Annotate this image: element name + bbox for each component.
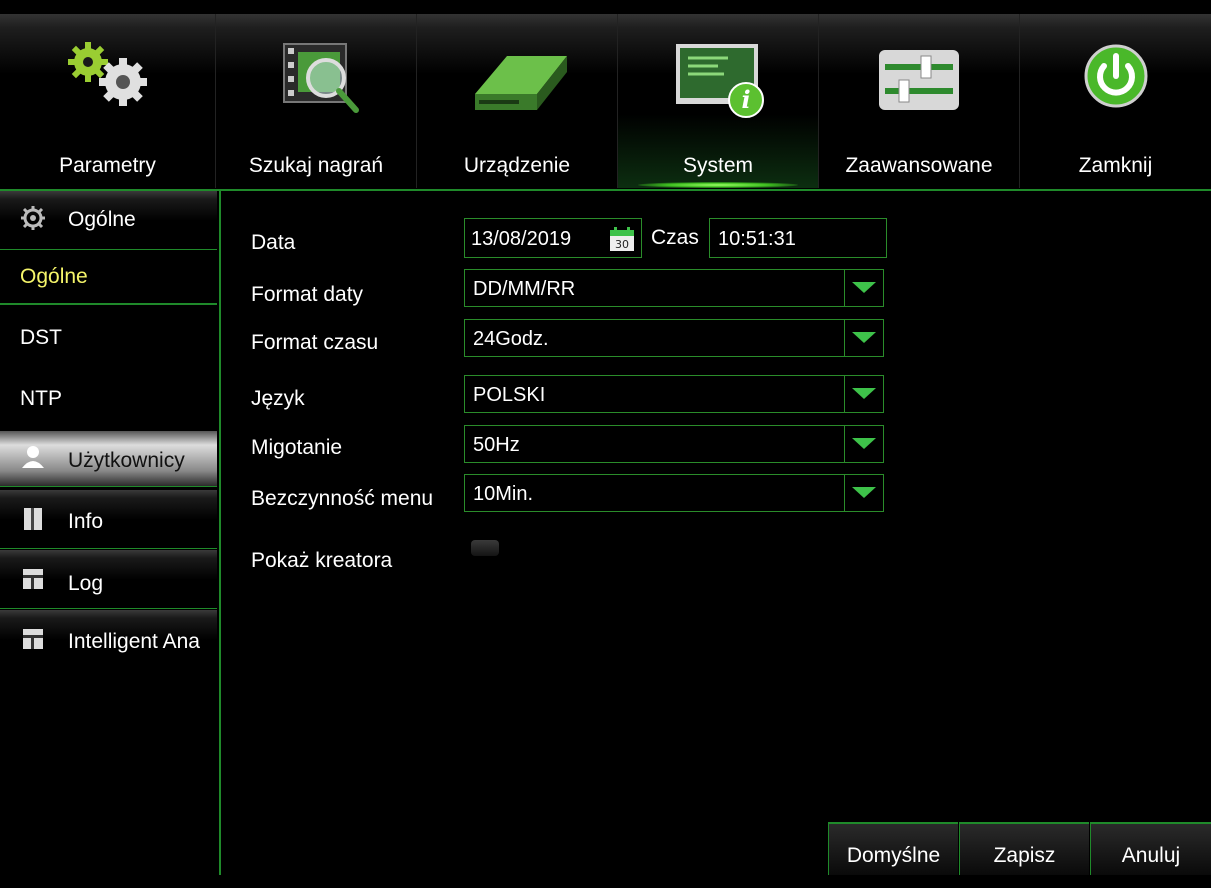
time-field[interactable]: 10:51:31 (709, 218, 887, 258)
sidebar-item-ogolne[interactable]: Ogólne (0, 253, 217, 305)
tab-urzadzenie[interactable]: Urządzenie (417, 14, 618, 188)
tab-zamknij[interactable]: Zamknij (1020, 14, 1211, 188)
analytics-icon (23, 629, 43, 649)
svg-text:i: i (741, 85, 750, 114)
sidebar-item-label: NTP (20, 387, 62, 410)
chevron-down-icon[interactable] (844, 376, 883, 412)
flicker-select[interactable]: 50Hz (464, 425, 884, 463)
chevron-down-icon[interactable] (844, 320, 883, 356)
monitor-info-icon: i (676, 44, 764, 118)
sidebar-section-intelligent[interactable]: Intelligent Ana (0, 610, 217, 668)
time-label: Czas (651, 226, 699, 249)
chevron-down-icon[interactable] (844, 426, 883, 462)
sidebar-item-label: Ogólne (20, 265, 88, 288)
tab-label: Szukaj nagrań (248, 154, 384, 177)
cancel-button[interactable]: Anuluj (1090, 822, 1211, 875)
info-book-icon (24, 508, 42, 530)
flicker-label: Migotanie (251, 436, 343, 459)
log-icon (23, 569, 43, 589)
flicker-value: 50Hz (473, 434, 520, 456)
menu-timeout-label: Bezczynność menu (251, 487, 434, 510)
date-format-select[interactable]: DD/MM/RR (464, 269, 884, 307)
tab-szukaj-nagran[interactable]: Szukaj nagrań (216, 14, 417, 188)
date-value: 13/08/2019 (471, 228, 572, 250)
calendar-day: 30 (615, 238, 629, 251)
sidebar-section-log[interactable]: Log (0, 550, 217, 609)
time-value: 10:51:31 (718, 228, 796, 250)
time-format-value: 24Godz. (473, 328, 549, 350)
save-button[interactable]: Zapisz (959, 822, 1089, 875)
system-general-panel: Data 13/08/2019 30 Czas 10:51:31 Format … (221, 191, 1211, 875)
sidebar-section-label: Log (68, 572, 104, 595)
wizard-checkbox[interactable] (471, 540, 499, 556)
menu-timeout-value: 10Min. (473, 483, 534, 505)
date-format-label: Format daty (251, 283, 364, 306)
tab-label: Urządzenie (463, 154, 571, 177)
language-value: POLSKI (473, 384, 546, 406)
user-icon (22, 446, 44, 468)
chevron-down-icon[interactable] (844, 475, 883, 511)
tab-label: System (682, 154, 753, 177)
wizard-label: Pokaż kreatora (251, 549, 393, 572)
language-label: Język (251, 387, 305, 410)
sidebar-section-label: Intelligent Ana (68, 630, 200, 653)
sidebar-item-label: DST (20, 326, 62, 349)
sidebar-section-label: Użytkownicy (68, 449, 185, 472)
chevron-down-icon[interactable] (844, 270, 883, 306)
tab-parametry[interactable]: Parametry (0, 14, 216, 188)
sliders-icon (879, 50, 959, 110)
date-label: Data (251, 231, 296, 254)
sidebar-section-label: Info (68, 510, 104, 533)
calendar-icon[interactable]: 30 (609, 226, 635, 252)
sidebar-item-ntp[interactable]: NTP (0, 375, 217, 425)
default-button[interactable]: Domyślne (828, 822, 958, 875)
time-format-select[interactable]: 24Godz. (464, 319, 884, 357)
film-search-icon (283, 43, 359, 113)
hard-drive-icon (475, 56, 567, 110)
language-select[interactable]: POLSKI (464, 375, 884, 413)
power-icon (1084, 44, 1147, 108)
tab-system[interactable]: i System (618, 14, 819, 188)
sidebar-section-ogolne[interactable]: Ogólne (0, 191, 217, 250)
tab-label: Parametry (59, 154, 156, 177)
active-tab-indicator (638, 182, 798, 188)
sidebar-section-uzytkownicy[interactable]: Użytkownicy (0, 431, 217, 487)
sidebar-item-dst[interactable]: DST (0, 314, 217, 364)
gear-icon (21, 206, 45, 230)
gears-icon (67, 42, 147, 106)
menu-timeout-select[interactable]: 10Min. (464, 474, 884, 512)
time-format-label: Format czasu (251, 331, 379, 354)
tab-label: Zaawansowane (845, 154, 993, 177)
sidebar-section-info[interactable]: Info (0, 490, 217, 549)
tab-zaawansowane[interactable]: Zaawansowane (819, 14, 1020, 188)
tab-label: Zamknij (1078, 154, 1153, 177)
top-menu-bar: Parametry Szukaj nagrań Urządzenie i Sys… (0, 0, 1211, 190)
sidebar-section-label: Ogólne (68, 208, 136, 231)
date-field[interactable]: 13/08/2019 30 (464, 218, 642, 258)
date-format-value: DD/MM/RR (473, 278, 576, 300)
sidebar: Ogólne Ogólne DST NTP Użytkownicy Info L… (0, 191, 221, 875)
